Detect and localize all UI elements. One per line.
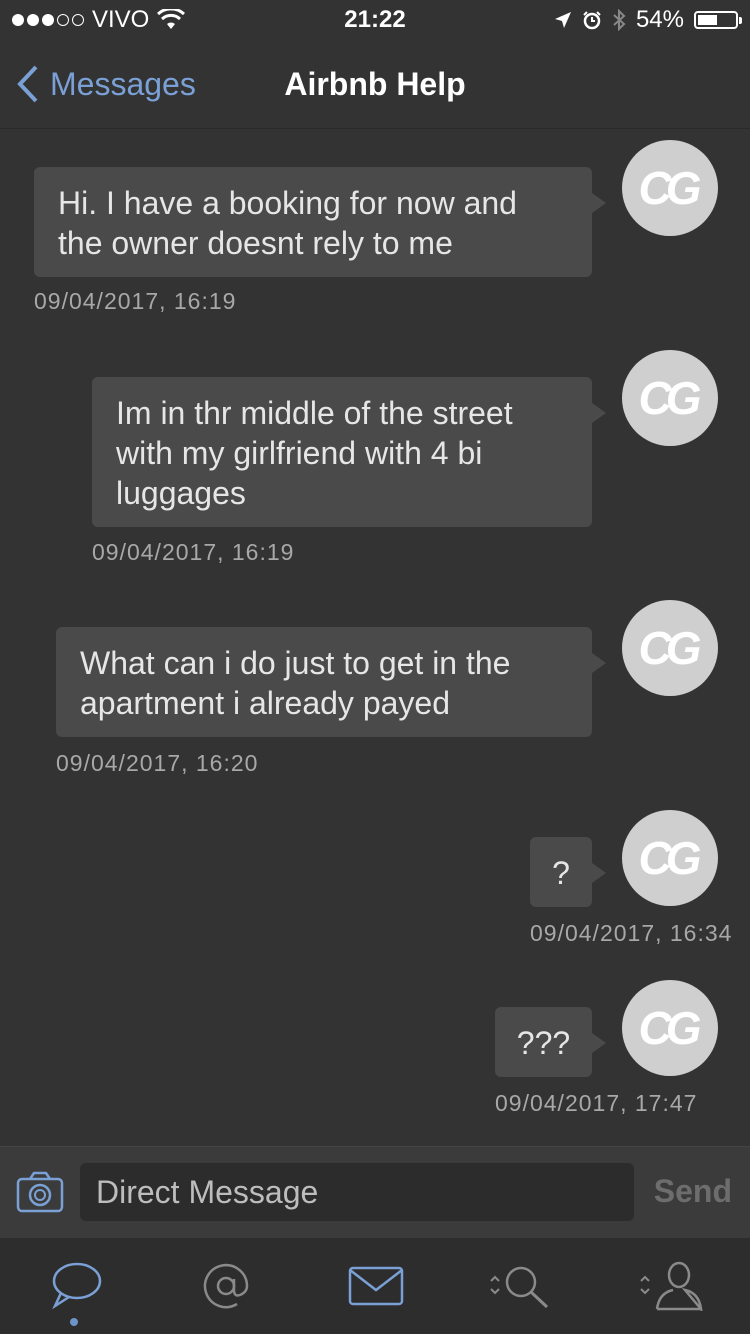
message-timestamp: 09/04/2017, 16:34 [530, 920, 733, 946]
avatar[interactable]: CG [622, 600, 718, 696]
navigation-bar: Messages Airbnb Help [0, 40, 750, 129]
message-bubble[interactable]: What can i do just to get in the apartme… [56, 627, 606, 737]
avatar[interactable]: CG [622, 980, 718, 1076]
tab-mentions[interactable] [186, 1256, 266, 1316]
message-bubble[interactable]: Hi. I have a booking for now and the own… [34, 167, 606, 277]
direct-message-input[interactable] [80, 1163, 634, 1221]
bluetooth-icon [613, 9, 626, 31]
avatar-initials: CG [638, 372, 702, 424]
profile-icon [640, 1261, 703, 1311]
message-timestamp: 09/04/2017, 16:19 [92, 539, 295, 565]
envelope-icon [348, 1266, 404, 1306]
tab-messages[interactable] [336, 1256, 416, 1316]
message-timestamp: 09/04/2017, 16:20 [56, 750, 259, 776]
chat-bubble-icon [52, 1262, 102, 1310]
compose-bar: Send [0, 1146, 750, 1239]
message-text: Hi. I have a booking for now and the own… [58, 185, 517, 261]
message-text: Im in thr middle of the street with my g… [116, 395, 513, 511]
message-bubble[interactable]: Im in thr middle of the street with my g… [92, 377, 606, 527]
camera-icon[interactable] [16, 1171, 64, 1213]
mention-icon [203, 1263, 249, 1309]
tab-profile[interactable] [630, 1256, 710, 1316]
tab-search[interactable] [480, 1256, 560, 1316]
avatar-initials: CG [638, 832, 702, 884]
conversation-title: Airbnb Help [284, 66, 466, 102]
status-bar: VIVO 21:22 54% [0, 0, 750, 40]
active-tab-indicator [70, 1318, 78, 1326]
battery-icon [694, 11, 742, 29]
avatar-initials: CG [638, 622, 702, 674]
tab-bar [0, 1238, 750, 1334]
tab-chats[interactable] [36, 1256, 116, 1316]
message-timestamp: 09/04/2017, 17:47 [495, 1090, 698, 1116]
message-text: What can i do just to get in the apartme… [80, 645, 511, 721]
search-icon [490, 1266, 549, 1309]
message-text: ??? [516, 1025, 571, 1061]
avatar[interactable]: CG [622, 140, 718, 236]
avatar-initials: CG [638, 162, 702, 214]
battery-percent: 54% [635, 6, 684, 33]
avatar-initials: CG [638, 1002, 702, 1054]
send-button[interactable]: Send [654, 1173, 732, 1210]
alarm-icon [583, 11, 601, 30]
avatar[interactable]: CG [622, 810, 718, 906]
message-bubble[interactable]: ??? [495, 1007, 606, 1077]
message-text: ? [552, 855, 570, 891]
message-timestamp: 09/04/2017, 16:19 [34, 288, 237, 314]
location-icon [554, 12, 571, 28]
message-bubble[interactable]: ? [530, 837, 606, 907]
avatar[interactable]: CG [622, 350, 718, 446]
